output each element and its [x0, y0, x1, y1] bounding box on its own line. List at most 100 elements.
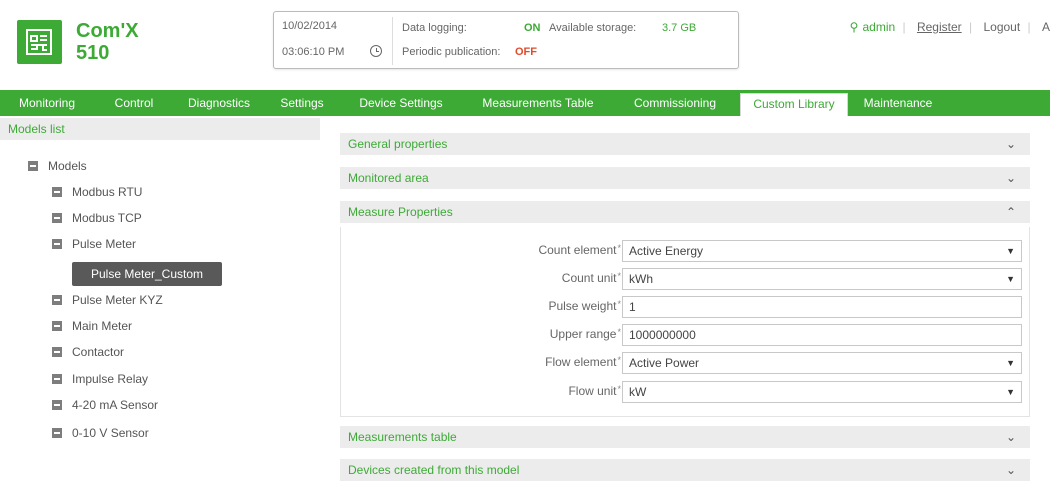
- field-row-count-unit: Count unit* kWh ▼: [341, 268, 1031, 290]
- minus-square-icon[interactable]: [52, 186, 62, 197]
- tree-item-0-10v-sensor[interactable]: 0-10 V Sensor: [52, 423, 149, 443]
- field-label: Count element*: [538, 243, 621, 257]
- chevron-down-icon[interactable]: ⌄: [1006, 133, 1016, 156]
- chevron-down-icon[interactable]: ⌄: [1006, 426, 1016, 449]
- flow-unit-select[interactable]: kW ▼: [622, 381, 1022, 403]
- section-measurements-table[interactable]: Measurements table ⌄: [340, 426, 1030, 449]
- main-nav: Monitoring Control Diagnostics Settings …: [0, 90, 1050, 116]
- section-measure-properties[interactable]: Measure Properties ⌃: [340, 201, 1030, 224]
- section-title: Measurements table: [348, 430, 457, 444]
- tree-item-pulse-meter-custom[interactable]: Pulse Meter_Custom: [72, 262, 222, 286]
- network-logo-icon: [17, 20, 62, 64]
- minus-square-icon[interactable]: [52, 346, 62, 357]
- chevron-down-icon[interactable]: ⌄: [1006, 459, 1016, 482]
- chevron-down-icon[interactable]: ⌄: [1006, 167, 1016, 190]
- clock-icon[interactable]: [370, 45, 382, 57]
- tree-item-label: 4-20 mA Sensor: [72, 398, 159, 412]
- field-row-flow-unit: Flow unit* kW ▼: [341, 381, 1031, 403]
- status-box: 10/02/2014 03:06:10 PM Data logging: ON …: [273, 11, 739, 69]
- tree-item-modbus-tcp[interactable]: Modbus TCP: [52, 208, 142, 228]
- tree-item-modbus-rtu[interactable]: Modbus RTU: [52, 182, 142, 202]
- status-divider: [392, 17, 393, 65]
- section-title: Measure Properties: [348, 205, 453, 219]
- count-element-select[interactable]: Active Energy ▼: [622, 240, 1022, 262]
- tree-item-label: Pulse Meter KYZ: [72, 293, 163, 307]
- tree-item-pulse-meter[interactable]: Pulse Meter: [52, 234, 136, 254]
- brand-name: Com'X: [76, 20, 139, 42]
- tab-device-settings[interactable]: Device Settings: [349, 90, 453, 116]
- tree-item-label: Impulse Relay: [72, 372, 149, 386]
- minus-square-icon[interactable]: [52, 373, 62, 384]
- tab-maintenance[interactable]: Maintenance: [852, 90, 944, 116]
- field-label: Flow element*: [545, 355, 621, 369]
- minus-square-icon[interactable]: [28, 160, 38, 171]
- section-title: Devices created from this model: [348, 463, 520, 477]
- user-divider: |: [902, 20, 906, 34]
- section-general-properties[interactable]: General properties ⌄: [340, 133, 1030, 156]
- minus-square-icon[interactable]: [52, 399, 62, 410]
- brand-model: 510: [76, 42, 110, 64]
- tree-root-models[interactable]: Models: [28, 156, 87, 176]
- minus-square-icon[interactable]: [52, 320, 62, 331]
- field-label: Pulse weight*: [548, 299, 621, 313]
- models-list-title: Models list: [0, 118, 320, 140]
- dropdown-arrow-icon: ▼: [1006, 387, 1015, 397]
- field-label: Count unit*: [561, 271, 621, 285]
- data-logging-label: Data logging:: [402, 22, 467, 34]
- tree-item-4-20ma-sensor[interactable]: 4-20 mA Sensor: [52, 395, 158, 415]
- storage-value: 3.7 GB: [662, 22, 697, 34]
- tree-item-label: Modbus RTU: [72, 185, 143, 199]
- chevron-up-icon[interactable]: ⌃: [1006, 201, 1016, 224]
- dropdown-arrow-icon: ▼: [1006, 246, 1015, 256]
- user-divider: |: [1027, 20, 1031, 34]
- truncated-link[interactable]: A: [1042, 20, 1050, 34]
- tree-item-impulse-relay[interactable]: Impulse Relay: [52, 369, 148, 389]
- tree-item-label: Contactor: [72, 345, 125, 359]
- tab-diagnostics[interactable]: Diagnostics: [178, 90, 260, 116]
- tab-settings[interactable]: Settings: [272, 90, 332, 116]
- user-name[interactable]: admin: [862, 20, 895, 34]
- count-unit-select[interactable]: kWh ▼: [622, 268, 1022, 290]
- measure-properties-panel: Count element* Active Energy ▼ Count unit…: [340, 227, 1030, 417]
- tab-control[interactable]: Control: [108, 90, 160, 116]
- tree-item-contactor[interactable]: Contactor: [52, 342, 124, 362]
- logout-link[interactable]: Logout: [983, 20, 1020, 34]
- tab-monitoring[interactable]: Monitoring: [10, 90, 84, 116]
- pulse-weight-input[interactable]: 1: [622, 296, 1022, 318]
- field-row-flow-element: Flow element* Active Power ▼: [341, 352, 1031, 374]
- minus-square-icon[interactable]: [52, 238, 62, 249]
- section-devices-created[interactable]: Devices created from this model ⌄: [340, 459, 1030, 482]
- tree-item-label: Pulse Meter: [72, 237, 137, 251]
- tab-custom-library[interactable]: Custom Library: [740, 93, 848, 116]
- publication-label: Periodic publication:: [402, 46, 501, 58]
- tree-item-main-meter[interactable]: Main Meter: [52, 316, 132, 336]
- minus-square-icon[interactable]: [52, 427, 62, 438]
- tree-item-pulse-meter-kyz[interactable]: Pulse Meter KYZ: [52, 290, 163, 310]
- header: Com'X 510 10/02/2014 03:06:10 PM Data lo…: [0, 0, 1050, 84]
- dropdown-arrow-icon: ▼: [1006, 274, 1015, 284]
- tree-item-label: 0-10 V Sensor: [72, 426, 149, 440]
- tree-root-label: Models: [48, 159, 87, 173]
- minus-square-icon[interactable]: [52, 294, 62, 305]
- user-divider: |: [969, 20, 973, 34]
- field-row-pulse-weight: Pulse weight* 1: [341, 296, 1031, 318]
- section-monitored-area[interactable]: Monitored area ⌄: [340, 167, 1030, 190]
- user-bar: ⚲ admin | Register | Logout | A: [846, 20, 1050, 34]
- flow-element-select[interactable]: Active Power ▼: [622, 352, 1022, 374]
- field-label: Upper range*: [549, 327, 621, 341]
- current-date: 10/02/2014: [282, 20, 338, 32]
- current-time: 03:06:10 PM: [282, 46, 345, 58]
- tab-commissioning[interactable]: Commissioning: [622, 90, 728, 116]
- storage-label: Available storage:: [549, 22, 637, 34]
- tab-measurements-table[interactable]: Measurements Table: [470, 90, 606, 116]
- minus-square-icon[interactable]: [52, 212, 62, 223]
- data-logging-status: ON: [524, 22, 541, 34]
- register-link[interactable]: Register: [917, 20, 962, 34]
- brand: Com'X 510: [76, 20, 139, 64]
- tree-item-label: Main Meter: [72, 319, 133, 333]
- upper-range-input[interactable]: 1000000000: [622, 324, 1022, 346]
- field-label: Flow unit*: [568, 384, 621, 398]
- publication-status: OFF: [515, 46, 537, 58]
- field-row-count-element: Count element* Active Energy ▼: [341, 240, 1031, 262]
- user-icon: ⚲: [849, 20, 859, 34]
